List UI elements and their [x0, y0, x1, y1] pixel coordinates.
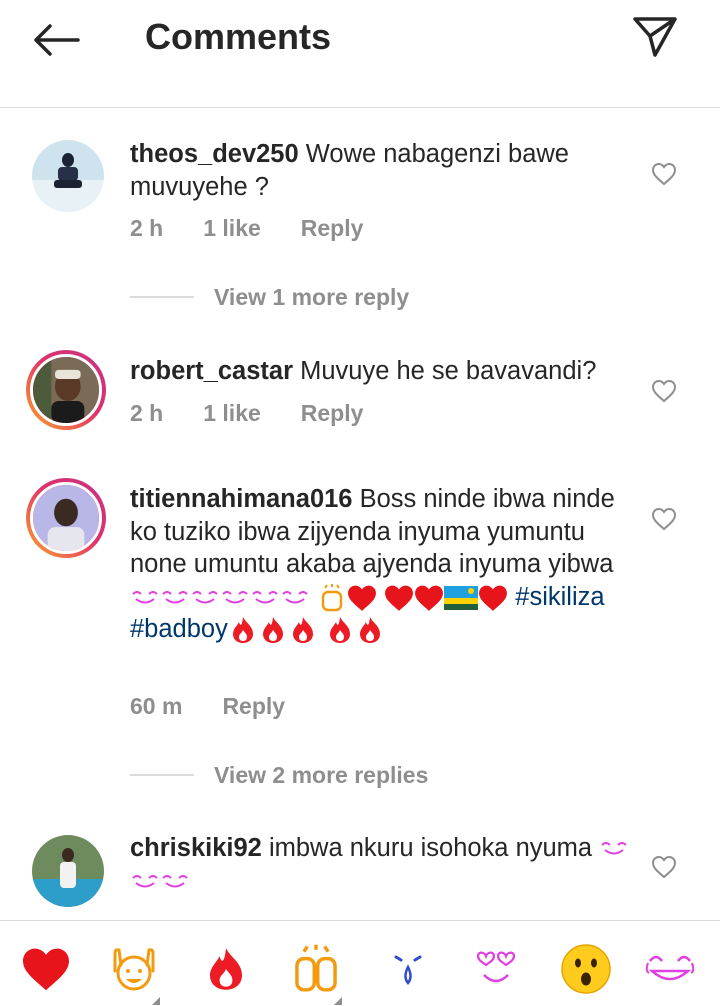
emoji-button-fire[interactable]: [196, 939, 256, 999]
heart-outline-icon[interactable]: [650, 377, 678, 405]
emoji-button-raising-hands[interactable]: [104, 939, 164, 1005]
comment-username[interactable]: robert_castar: [130, 357, 293, 385]
crying-face-icon: [394, 955, 422, 985]
back-arrow-icon: [34, 24, 80, 56]
view-more-replies[interactable]: View 1 more reply: [130, 280, 409, 314]
comment-body: titiennahimana016 Boss ninde ibwa ninde …: [130, 483, 630, 646]
raising-hands-icon: [113, 948, 155, 991]
reply-button[interactable]: Reply: [301, 400, 364, 430]
avatar[interactable]: [26, 350, 106, 430]
comment-text: Muvuye he se bavavandi?: [300, 357, 597, 385]
heart-outline-icon[interactable]: [650, 160, 678, 188]
share-button[interactable]: [630, 14, 680, 60]
fire-icon: [262, 617, 283, 644]
user-photo: [32, 835, 104, 907]
red-heart-icon: [23, 948, 69, 991]
clapping-hands-icon: [295, 944, 337, 992]
comment-body: theos_dev250 Wowe nabagenzi bawe muvuyeh…: [130, 138, 630, 203]
emoji-button-tears-of-joy[interactable]: [640, 939, 700, 999]
comment-body: robert_castar Muvuye he se bavavandi?: [130, 355, 630, 388]
comment-time: 2 h: [130, 215, 164, 241]
fire-icon: [292, 617, 313, 644]
tears-of-joy-icon: [282, 590, 308, 604]
comment-username[interactable]: theos_dev250: [130, 140, 299, 168]
reply-button[interactable]: Reply: [301, 215, 364, 245]
view-more-replies-label[interactable]: View 2 more replies: [214, 762, 428, 789]
comment-meta: 60 m Reply: [130, 693, 325, 723]
tears-of-joy-icon: [162, 874, 188, 888]
hashtag-link[interactable]: #sikiliza: [515, 583, 604, 611]
divider-line: [130, 774, 194, 776]
tears-of-joy-icon: [132, 590, 158, 604]
heart-outline-icon[interactable]: [650, 505, 678, 533]
red-heart-icon: [385, 585, 414, 611]
comment-meta: 2 h 1 like Reply: [130, 400, 403, 430]
direct-message-icon: [633, 17, 677, 57]
comment-username[interactable]: chriskiki92: [130, 834, 262, 862]
clapping-hands-icon: [321, 583, 343, 612]
avatar[interactable]: [26, 478, 106, 558]
tears-of-joy-icon: [252, 590, 278, 604]
view-more-replies-label[interactable]: View 1 more reply: [214, 284, 409, 311]
heart-outline-icon[interactable]: [650, 853, 678, 881]
emoji-button-heart-eyes[interactable]: [466, 939, 526, 999]
tears-of-joy-icon: [645, 955, 695, 981]
emoji-sequence: #sikiliza #badboy: [130, 583, 605, 644]
fire-icon: [359, 617, 380, 644]
emoji-button-clapping-hands[interactable]: [286, 939, 346, 1005]
emoji-quick-bar: [0, 920, 720, 1006]
avatar[interactable]: [32, 835, 104, 907]
comment-body: chriskiki92 imbwa nkuru isohoka nyuma: [130, 832, 630, 897]
page-title: Comments: [145, 16, 332, 57]
user-photo: [33, 485, 99, 551]
comment-username[interactable]: titiennahimana016: [130, 485, 353, 513]
comment-time: 2 h: [130, 400, 164, 426]
long-press-indicator: [152, 997, 160, 1005]
emoji-button-crying-face[interactable]: [378, 939, 438, 999]
red-heart-icon: [479, 585, 508, 611]
tears-of-joy-icon: [132, 874, 158, 888]
comment-likes[interactable]: 1 like: [203, 215, 261, 245]
comment-text: imbwa nkuru isohoka nyuma: [268, 834, 593, 862]
tears-of-joy-icon: [192, 590, 218, 604]
heart-eyes-icon: [476, 951, 516, 983]
red-heart-icon: [415, 585, 444, 611]
fire-icon: [232, 617, 253, 644]
comments-header: Comments: [0, 0, 720, 108]
emoji-button-red-heart[interactable]: [16, 939, 76, 999]
tears-of-joy-icon: [601, 842, 627, 855]
rwanda-flag-icon: [444, 585, 479, 610]
user-photo: [33, 357, 99, 423]
fire-icon: [329, 617, 350, 644]
comment-meta: 2 h 1 like Reply: [130, 215, 403, 245]
avatar[interactable]: [32, 140, 104, 212]
back-button[interactable]: [30, 18, 82, 62]
view-more-replies[interactable]: View 2 more replies: [130, 758, 428, 792]
reply-button[interactable]: Reply: [222, 693, 285, 723]
comment-time: 60 m: [130, 693, 183, 719]
emoji-button-astonished-face[interactable]: [556, 939, 616, 999]
fire-icon: [210, 948, 242, 990]
long-press-indicator: [334, 997, 342, 1005]
tears-of-joy-icon: [222, 590, 248, 604]
user-photo: [32, 140, 104, 212]
divider-line: [130, 296, 194, 298]
hashtag-link[interactable]: #badboy: [130, 615, 228, 643]
comment-likes[interactable]: 1 like: [203, 400, 261, 430]
tears-of-joy-icon: [162, 590, 188, 604]
red-heart-icon: [348, 585, 377, 611]
astonished-face-icon: [561, 944, 611, 994]
